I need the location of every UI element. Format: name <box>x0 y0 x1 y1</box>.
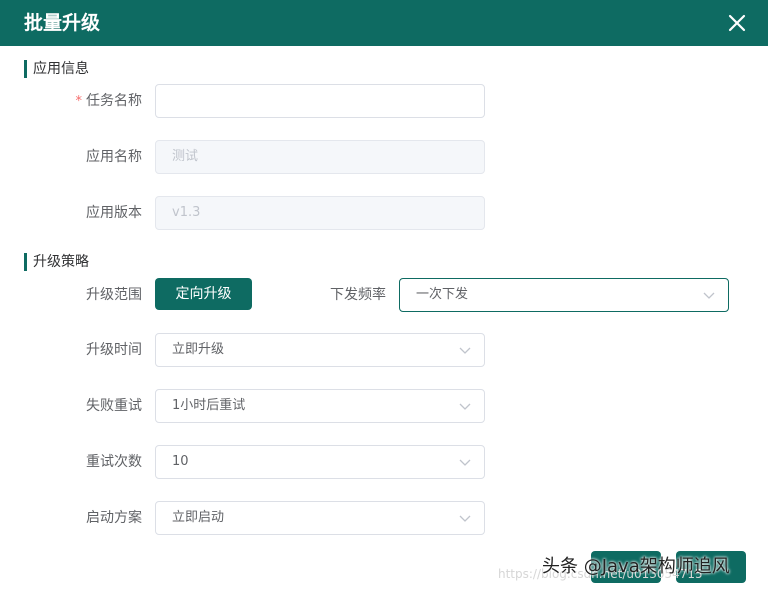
upgrade-time-label: 升级时间 <box>86 342 142 358</box>
retry-count-select[interactable]: 10 <box>155 445 485 479</box>
task-name-label: * 任务名称 <box>0 91 143 112</box>
upgrade-scope-label: 升级范围 <box>86 287 142 303</box>
required-mark: * <box>75 94 83 109</box>
fail-retry-value: 1小时后重试 <box>172 398 246 413</box>
chevron-down-icon <box>459 403 471 410</box>
app-name-label: 应用名称 <box>86 149 142 165</box>
dispatch-freq-value: 一次下发 <box>416 287 469 302</box>
upgrade-time-value: 立即升级 <box>172 342 225 357</box>
retry-count-value: 10 <box>172 454 189 469</box>
chevron-down-icon <box>459 515 471 522</box>
fail-retry-label: 失败重试 <box>86 398 142 414</box>
chevron-down-icon <box>459 459 471 466</box>
targeted-upgrade-button[interactable]: 定向升级 <box>155 278 252 310</box>
dispatch-freq-label: 下发频率 <box>330 287 386 303</box>
section-upgrade-strategy: 升级策略 <box>24 253 89 271</box>
task-name-label-text: 任务名称 <box>86 93 142 109</box>
dialog-header: 批量升级 <box>0 0 768 46</box>
app-version-label: 应用版本 <box>86 205 142 221</box>
app-version-field: v1.3 <box>155 196 485 230</box>
section-app-info: 应用信息 <box>24 60 89 78</box>
app-name-field: 测试 <box>155 140 485 174</box>
start-plan-select[interactable]: 立即启动 <box>155 501 485 535</box>
fail-retry-select[interactable]: 1小时后重试 <box>155 389 485 423</box>
upgrade-time-select[interactable]: 立即升级 <box>155 333 485 367</box>
chevron-down-icon <box>459 347 471 354</box>
dialog-title: 批量升级 <box>24 12 101 34</box>
close-icon[interactable] <box>722 8 752 38</box>
task-name-input[interactable] <box>155 84 485 118</box>
retry-count-label: 重试次数 <box>86 454 142 470</box>
start-plan-value: 立即启动 <box>172 510 225 525</box>
start-plan-label: 启动方案 <box>86 510 142 526</box>
dispatch-freq-select[interactable]: 一次下发 <box>399 278 729 312</box>
chevron-down-icon <box>703 292 715 299</box>
watermark: 头条 @Java架构师追风 <box>542 556 730 577</box>
